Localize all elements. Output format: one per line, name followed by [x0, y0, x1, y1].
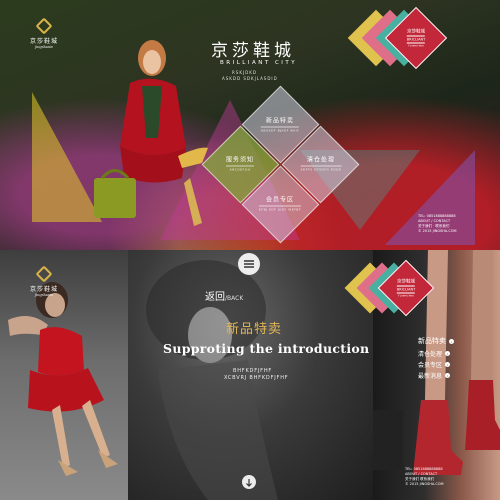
menu-item-new-arrivals[interactable]: 新品特卖 ABUKDF BJKDF BAIF [260, 116, 300, 133]
badge-sub: f ynms lers [408, 43, 424, 48]
menu-item-sublabel: ABCDEFGH [225, 165, 255, 172]
right-contact-info: TEL: 0851888888888 ABOUT / CONTACT 关于我们 … [405, 467, 444, 487]
menu-item-members[interactable]: 会员专区 KFBJ SDF JKDF WEFBF [258, 195, 302, 212]
logo-subtext: jingshaxie [35, 45, 54, 49]
copyright: © 2015 JINGSHA.COM [418, 229, 457, 233]
left-model-image [8, 282, 118, 476]
logo-icon [35, 18, 53, 34]
right-nav-clearance[interactable]: 清仓处理 › [418, 349, 451, 358]
back-label-en: /BACK [225, 295, 244, 302]
corner-badge-text: 京莎鞋城 BRICLIANT f ynms lers [406, 29, 426, 48]
hero-model-image [94, 40, 208, 226]
section-title-en: Supproting the introduction [163, 341, 370, 356]
badge-cn: 京莎鞋城 [406, 29, 425, 35]
menu-item-label: 新品特卖 [265, 117, 295, 125]
badge-en: BRICLIANT [396, 285, 416, 294]
left-logo[interactable]: 京莎鞋城 jingshaxie [30, 266, 58, 297]
logo-text: 京莎鞋城 [30, 286, 59, 293]
nav-label: 最新消息 [418, 373, 443, 380]
menu-lines-icon [244, 260, 254, 268]
logo-subtext: jingshaxie [35, 293, 54, 297]
menu-item-sublabel: ABUKDF BJKDF BAIF [260, 126, 300, 133]
right-nav-new-arrivals[interactable]: 新品特卖 › [418, 336, 454, 346]
contact-info: TEL: 0851888888888 ABOUT / CONTACT 关于我们 … [418, 214, 457, 234]
chevron-right-icon: › [445, 351, 451, 356]
menu-item-label: 清仓处理 [306, 156, 335, 164]
section-caption-1: BHFKDFJFHF [233, 368, 273, 374]
copyright: © 2015 JINGSHA.COM [405, 482, 444, 486]
chevron-right-icon: › [449, 338, 454, 344]
badge-cn: 京莎鞋城 [396, 279, 415, 285]
section-caption-2: XCBVRJ BHFKDFJFHF [224, 375, 289, 381]
back-circle-button[interactable] [238, 253, 260, 275]
back-label-cn: 返回 [205, 292, 225, 303]
nav-label: 清仓处理 [418, 351, 443, 358]
logo-icon [35, 266, 53, 282]
badge-sub: f ynms lers [398, 293, 414, 298]
site-logo[interactable]: 京莎鞋城 jingshaxie [30, 18, 58, 49]
scroll-down-button[interactable] [242, 475, 256, 489]
chevron-right-icon: › [445, 362, 451, 367]
brand-title: 京莎鞋城 [211, 41, 295, 61]
nav-label: 会员专区 [418, 362, 443, 369]
left-model-panel: 京莎鞋城 jingshaxie [0, 250, 128, 500]
section-title-cn: 新品特卖 [226, 322, 283, 337]
corner-badge-text: 京莎鞋城 BRICLIANT f ynms lers [396, 279, 416, 298]
back-link[interactable]: 返回/BACK [205, 288, 243, 303]
right-nav-news[interactable]: 最新消息 › [418, 371, 451, 380]
menu-item-service[interactable]: 服务须知 ABCDEFGH [225, 155, 255, 172]
menu-item-sublabel: SDFFS DFSDFG RDDE [300, 165, 342, 172]
logo-text: 京莎鞋城 [30, 38, 59, 45]
menu-item-label: 服务须知 [225, 156, 255, 164]
brand-caption-1: RSKJDKD [232, 70, 257, 75]
arrow-down-icon [246, 479, 252, 487]
brand-caption-2: ASKDD SDKJLASDID [222, 76, 278, 81]
hero-banner: 京莎鞋城 jingshaxie 京莎鞋城 BRILLIANT CITY RSKJ… [0, 0, 500, 250]
badge-en: BRICLIANT [406, 35, 426, 44]
brand-subtitle: BRILLIANT CITY [220, 60, 298, 66]
menu-item-sublabel: KFBJ SDF JKDF WEFBF [258, 205, 302, 212]
right-nav-members[interactable]: 会员专区 › [418, 360, 451, 369]
menu-item-label: 会员专区 [265, 196, 295, 204]
nav-label: 新品特卖 [418, 337, 446, 345]
chevron-right-icon: › [445, 373, 451, 378]
menu-item-clearance[interactable]: 清仓处理 SDFFS DFSDFG RDDE [300, 155, 342, 172]
